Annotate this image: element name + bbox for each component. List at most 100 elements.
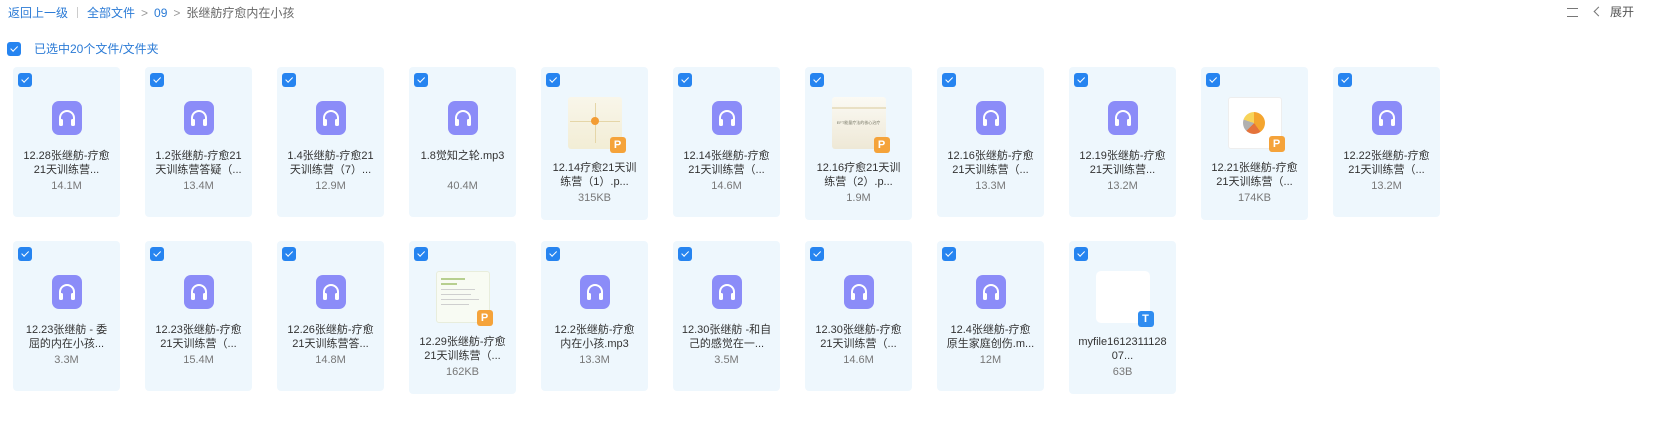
file-size: 14.1M [51, 180, 82, 192]
file-card[interactable]: 12.22张继舫-疗愈21天训练营（... 13.2M [1333, 67, 1440, 217]
file-grid: 12.28张继舫-疗愈21天训练营... 14.1M 1.2张继舫-疗愈21天训练营… [13, 67, 1653, 415]
file-card[interactable]: 12.23张继舫 - 委屈的内在小孩... 3.3M [13, 241, 120, 391]
file-card[interactable]: 12.28张继舫-疗愈21天训练营... 14.1M [13, 67, 120, 217]
file-checkbox[interactable] [282, 73, 296, 87]
file-checkbox[interactable] [942, 247, 956, 261]
file-size: 3.3M [54, 354, 79, 366]
audio-file-icon [183, 275, 214, 309]
file-size: 162KB [445, 366, 480, 378]
file-card[interactable]: 12.26张继舫-疗愈21天训练营答... 14.8M [277, 241, 384, 391]
file-card[interactable]: 1.8觉知之轮.mp3 40.4M [409, 67, 516, 217]
file-checkbox[interactable] [546, 247, 560, 261]
file-card[interactable]: P 12.21张继舫-疗愈21天训练营（... 174KB [1201, 67, 1308, 220]
file-card[interactable]: 12.16张继舫-疗愈21天训练营（... 13.3M [937, 67, 1044, 217]
file-row: 12.28张继舫-疗愈21天训练营... 14.1M 1.2张继舫-疗愈21天训练营… [13, 67, 1653, 241]
file-checkbox[interactable] [1074, 247, 1088, 261]
audio-file-icon [975, 101, 1006, 135]
headphones-icon [982, 284, 999, 300]
audio-file-icon [51, 101, 82, 135]
breadcrumb-chevron-icon: > [173, 5, 181, 20]
file-name: 12.30张继舫-疗愈21天训练营（... [815, 324, 902, 350]
file-checkbox[interactable] [942, 73, 956, 87]
breadcrumb: 返回上一级 全部文件 > 09 > 张继舫疗愈内在小孩 [8, 4, 294, 21]
file-card[interactable]: 12.2张继舫-疗愈内在小孩.mp3 13.3M [541, 241, 648, 391]
file-card[interactable]: 12.30张继舫 -和自己的感觉在一... 3.5M [673, 241, 780, 391]
file-card[interactable]: EFT能量疗法的核心治疗 P 12.16疗愈21天训练营（2）.p... 1.9M [805, 67, 912, 220]
file-name: 1.8觉知之轮.mp3 [420, 150, 505, 162]
back-link[interactable]: 返回上一级 [8, 4, 68, 21]
file-size: 13.3M [579, 354, 610, 366]
audio-file-icon [711, 101, 742, 135]
file-card[interactable]: 12.23张继舫-疗愈21天训练营（... 15.4M [145, 241, 252, 391]
file-checkbox[interactable] [678, 73, 692, 87]
file-card[interactable]: P 12.14疗愈21天训练营（1）.p... 315KB [541, 67, 648, 220]
ppt-file-icon: P [1268, 136, 1285, 152]
file-name: myfile161231112807... [1078, 336, 1167, 362]
list-view-icon[interactable] [1566, 6, 1579, 18]
file-card[interactable]: Tmyfile161231112807... 63B [1069, 241, 1176, 394]
file-size: 13.2M [1371, 180, 1402, 192]
breadcrumb-item-all-files[interactable]: 全部文件 [87, 4, 135, 21]
headphones-icon [718, 284, 735, 300]
headphones-icon [190, 110, 207, 126]
select-all-checkbox[interactable] [7, 41, 21, 56]
headphones-icon [586, 284, 603, 300]
file-checkbox[interactable] [150, 247, 164, 261]
ppt-file-icon: P [873, 137, 890, 153]
ppt-thumbnail: P [567, 97, 626, 153]
file-checkbox[interactable] [678, 247, 692, 261]
headphones-icon [58, 110, 75, 126]
pie-chart-icon [1242, 112, 1265, 134]
headphones-icon [1378, 110, 1395, 126]
expand-button[interactable]: 展开 [1610, 3, 1634, 20]
file-checkbox[interactable] [414, 247, 428, 261]
chevron-left-icon[interactable] [1593, 6, 1604, 17]
file-name: 1.4张继舫-疗愈21天训练营（7）... [287, 150, 374, 176]
file-name: 12.16张继舫-疗愈21天训练营（... [947, 150, 1034, 176]
file-checkbox[interactable] [1338, 73, 1352, 87]
breadcrumb-item-09[interactable]: 09 [154, 6, 167, 20]
file-checkbox[interactable] [810, 247, 824, 261]
file-card[interactable]: 1.2张继舫-疗愈21天训练营答疑（... 13.4M [145, 67, 252, 217]
ppt-thumbnail: EFT能量疗法的核心治疗 P [831, 97, 890, 153]
file-size: 315KB [577, 192, 612, 204]
ppt-file-icon: P [609, 137, 626, 153]
breadcrumb-divider [77, 7, 79, 18]
text-file-icon: T [1137, 311, 1154, 327]
view-controls: 展开 [1566, 3, 1634, 20]
file-size: 14.8M [315, 354, 346, 366]
audio-file-icon [1107, 101, 1138, 135]
selection-count-label: 已选中20个文件/文件夹 [34, 42, 159, 56]
file-checkbox[interactable] [414, 73, 428, 87]
file-size: 14.6M [843, 354, 874, 366]
file-checkbox[interactable] [150, 73, 164, 87]
ppt-thumbnail-text: EFT能量疗法的核心治疗 [836, 120, 881, 125]
headphones-icon [322, 284, 339, 300]
file-checkbox[interactable] [18, 247, 32, 261]
file-size: 3.5M [714, 354, 739, 366]
file-name: 12.4张继舫-疗愈原生家庭创伤.m... [946, 324, 1035, 350]
file-checkbox[interactable] [546, 73, 560, 87]
file-card[interactable]: 12.19张继舫-疗愈21天训练营... 13.2M [1069, 67, 1176, 217]
file-card[interactable]: P 12.29张继舫-疗愈21天训练营（... 162KB [409, 241, 516, 394]
file-size: 174KB [1237, 192, 1272, 204]
file-checkbox[interactable] [282, 247, 296, 261]
file-card[interactable]: 12.4张继舫-疗愈原生家庭创伤.m... 12M [937, 241, 1044, 391]
file-name: 12.23张继舫-疗愈21天训练营（... [155, 324, 242, 350]
file-checkbox[interactable] [810, 73, 824, 87]
headphones-icon [850, 284, 867, 300]
headphones-icon [58, 284, 75, 300]
file-checkbox[interactable] [1074, 73, 1088, 87]
file-size: 63B [1112, 366, 1133, 378]
file-checkbox[interactable] [18, 73, 32, 87]
top-bar: 返回上一级 全部文件 > 09 > 张继舫疗愈内在小孩 展开 [0, 0, 1662, 24]
headphones-icon [982, 110, 999, 126]
file-name: 12.28张继舫-疗愈21天训练营... [23, 150, 110, 176]
file-name: 12.21张继舫-疗愈21天训练营（... [1211, 162, 1298, 188]
file-card[interactable]: 1.4张继舫-疗愈21天训练营（7）... 12.9M [277, 67, 384, 217]
file-card[interactable]: 12.14张继舫-疗愈21天训练营（... 14.6M [673, 67, 780, 217]
file-name: 12.26张继舫-疗愈21天训练营答... [287, 324, 374, 350]
file-name: 12.14疗愈21天训练营（1）.p... [552, 162, 637, 188]
file-card[interactable]: 12.30张继舫-疗愈21天训练营（... 14.6M [805, 241, 912, 391]
file-checkbox[interactable] [1206, 73, 1220, 87]
